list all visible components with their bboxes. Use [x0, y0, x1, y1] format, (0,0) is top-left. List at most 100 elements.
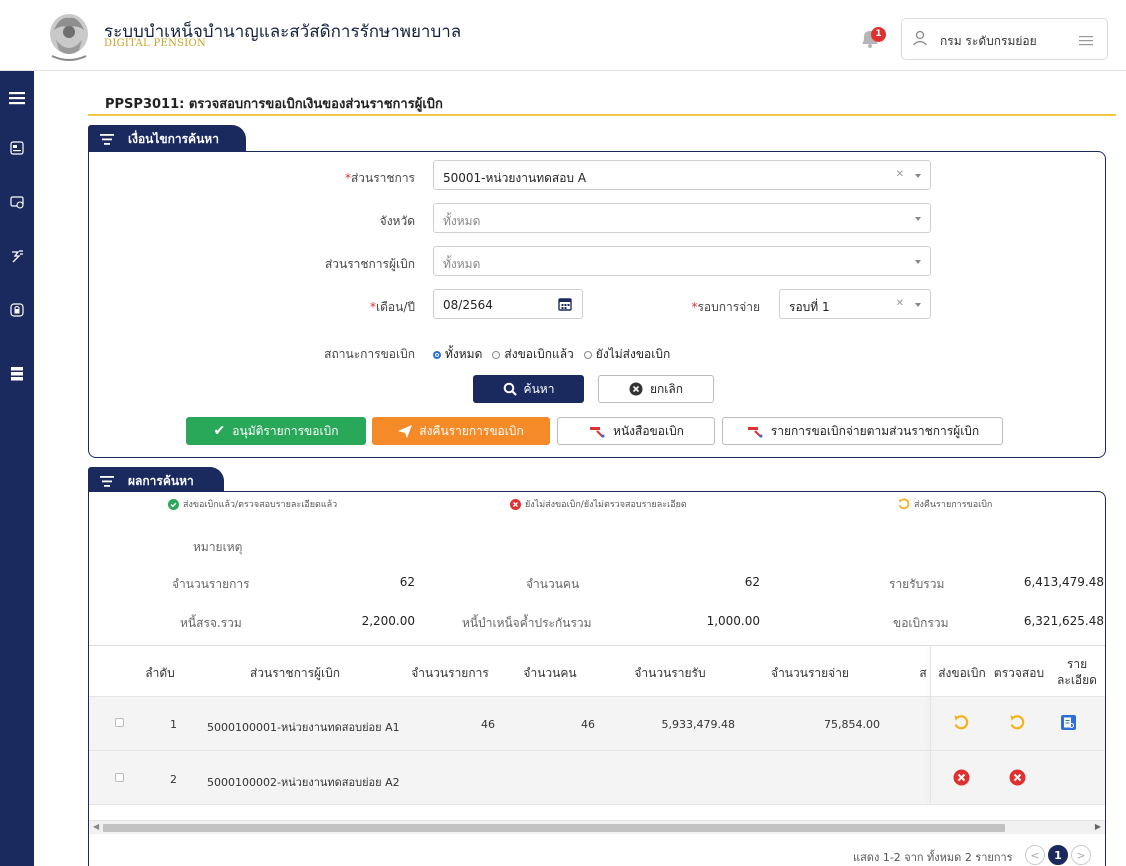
title-divider: [88, 114, 1116, 116]
period-label: *เดือน/ปี: [370, 300, 415, 314]
chevron-down-icon: [915, 303, 921, 307]
pension-debt-value: 1,000.00: [706, 614, 760, 628]
returned-icon: [898, 498, 910, 510]
column-header-detail[interactable]: ราย ละเอียด: [1050, 656, 1104, 688]
pension-debt-label: หนี้บำเหน็จค้ำประกันรวม: [462, 616, 592, 630]
scroll-left-icon[interactable]: ◀: [93, 822, 99, 831]
server-icon[interactable]: [0, 357, 34, 391]
search-section-title: เงื่อนไขการค้นหา: [128, 131, 219, 146]
not-submitted-icon: [510, 498, 521, 510]
document-icon[interactable]: [1060, 714, 1077, 731]
agency-select[interactable]: 50001-หน่วยงานทดสอบ A ✕: [433, 160, 931, 190]
search-button[interactable]: ค้นหา: [473, 375, 584, 403]
returned-icon[interactable]: [1009, 714, 1026, 731]
user-menu[interactable]: กรม ระดับกรมย่อย: [901, 18, 1108, 60]
column-header-partial: ส: [919, 666, 927, 680]
column-header-submit[interactable]: ส่งขอเบิก: [933, 664, 991, 683]
requester-value: ทั้งหมด: [443, 257, 481, 271]
column-header-persons[interactable]: จำนวนคน: [505, 664, 595, 683]
row-checkbox[interactable]: [115, 773, 124, 782]
pdf-icon: [590, 427, 605, 438]
checked-icon: [168, 498, 179, 510]
not-submitted-icon[interactable]: [953, 769, 970, 786]
claim-total-value: 6,321,625.48: [1023, 614, 1104, 628]
send-icon: [398, 424, 413, 438]
column-header-income[interactable]: จำนวนรายรับ: [610, 664, 730, 683]
pdf-icon: [747, 427, 763, 438]
not-submitted-icon[interactable]: [1009, 769, 1026, 786]
cheque-icon[interactable]: [0, 239, 34, 273]
column-header-items[interactable]: จำนวนรายการ: [400, 664, 500, 683]
next-page-button[interactable]: >: [1071, 845, 1091, 865]
scroll-right-icon[interactable]: ▶: [1095, 822, 1101, 831]
scroll-thumb[interactable]: [103, 824, 1005, 832]
item-count-label: จำนวนรายการ: [172, 577, 250, 591]
report-button[interactable]: รายการขอเบิกจ่ายตามส่วนราชการผู้เบิก: [722, 417, 1003, 445]
request-letter-button[interactable]: หนังสือขอเบิก: [557, 417, 715, 445]
period-field[interactable]: 08/2564: [433, 289, 583, 319]
return-button[interactable]: ส่งคืนรายการขอเบิก: [372, 417, 550, 445]
horizontal-scrollbar[interactable]: ◀ ▶: [89, 820, 1105, 834]
period-value: 08/2564: [443, 298, 493, 312]
chevron-down-icon: [915, 217, 921, 221]
clear-icon[interactable]: ✕: [896, 298, 904, 309]
app-subtitle: DIGITAL PENSION: [104, 38, 207, 49]
top-bar: ระบบบำเหน็จบำนาญและสวัสดิการรักษาพยาบาล …: [0, 0, 1126, 71]
user-icon: [913, 30, 927, 46]
status-radio-not-submitted[interactable]: [583, 350, 592, 359]
filter-icon: [100, 133, 114, 145]
note-label: หมายเหตุ: [193, 540, 243, 554]
payment-icon[interactable]: [0, 185, 34, 219]
requester-label: ส่วนราชการผู้เบิก: [324, 257, 415, 271]
page-1-button[interactable]: 1: [1048, 845, 1068, 865]
cancel-icon: [629, 382, 643, 396]
row-checkbox[interactable]: [115, 718, 124, 727]
clear-icon[interactable]: ✕: [896, 169, 904, 180]
filter-icon: [100, 475, 114, 487]
row-agency: 5000100002-หน่วยงานทดสอบย่อย A2: [207, 776, 400, 789]
approve-button[interactable]: ✔ อนุมัติรายการขอเบิก: [186, 417, 366, 445]
requester-select[interactable]: ทั้งหมด: [433, 246, 931, 276]
province-select[interactable]: ทั้งหมด: [433, 203, 931, 233]
status-radio-group: ทั้งหมด ส่งขอเบิกแล้ว ยังไม่ส่งขอเบิก: [433, 345, 670, 364]
status-label: สถานะการขอเบิก: [324, 347, 415, 361]
person-count-value: 62: [744, 575, 760, 589]
status-radio-all[interactable]: [433, 350, 441, 359]
legend-submitted: ส่งขอเบิกแล้ว/ตรวจสอบรายละเอียดแล้ว: [168, 497, 337, 511]
column-header-agency[interactable]: ส่วนราชการผู้เบิก: [205, 664, 385, 683]
organization-logo: [50, 14, 88, 61]
row-no: 1: [170, 718, 177, 731]
row-persons: 46: [581, 718, 595, 731]
hamburger-menu-icon[interactable]: [1079, 34, 1093, 46]
column-header-no[interactable]: ลำดับ: [140, 664, 180, 683]
legend-not-submitted: ยังไม่ส่งขอเบิก/ยังไม่ตรวจสอบรายละเอียด: [510, 497, 687, 511]
claim-total-label: ขอเบิกรวม: [893, 616, 949, 630]
lock-icon[interactable]: [0, 293, 34, 327]
row-expense: 75,854.00: [824, 718, 880, 731]
status-option-not-submitted[interactable]: ยังไม่ส่งขอเบิก: [596, 345, 670, 364]
row-agency: 5000100001-หน่วยงานทดสอบย่อย A1: [207, 721, 400, 734]
prev-page-button[interactable]: <: [1025, 845, 1045, 865]
debt-label: หนี้สรจ.รวม: [180, 616, 242, 630]
round-label: *รอบการจ่าย: [691, 300, 760, 314]
column-header-expense[interactable]: จำนวนรายจ่าย: [745, 664, 875, 683]
income-total-value: 6,413,479.48: [1023, 575, 1104, 589]
search-panel: [88, 151, 1106, 458]
sidebar-toggle-icon[interactable]: [0, 81, 34, 115]
row-income: 5,933,479.48: [661, 718, 735, 731]
status-option-submitted[interactable]: ส่งขอเบิกแล้ว: [504, 345, 573, 364]
status-option-all[interactable]: ทั้งหมด: [445, 345, 482, 364]
cancel-button[interactable]: ยกเลิก: [598, 375, 714, 403]
legend-returned: ส่งคืนรายการขอเบิก: [898, 497, 992, 511]
chevron-down-icon: [915, 260, 921, 264]
sidebar: [0, 71, 34, 866]
returned-icon[interactable]: [953, 714, 970, 731]
results-section-title: ผลการค้นหา: [128, 473, 194, 488]
province-value: ทั้งหมด: [443, 214, 481, 228]
column-header-check[interactable]: ตรวจสอบ: [991, 664, 1047, 683]
id-card-icon[interactable]: [0, 131, 34, 165]
calendar-icon[interactable]: [558, 297, 572, 311]
status-radio-submitted[interactable]: [492, 350, 501, 359]
agency-value: 50001-หน่วยงานทดสอบ A: [443, 171, 587, 185]
round-select[interactable]: รอบที่ 1 ✕: [779, 289, 931, 319]
